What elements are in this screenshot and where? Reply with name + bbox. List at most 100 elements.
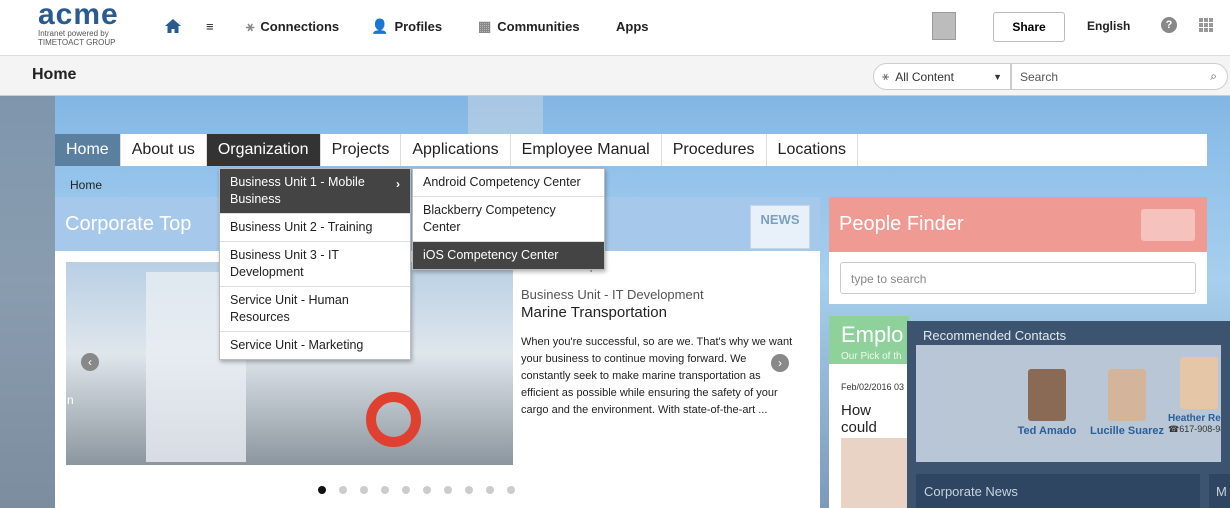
employee-title: Emplo: [841, 322, 904, 347]
recommended-contacts-title: Recommended Contacts: [923, 328, 1067, 343]
nav-connections-label: Connections: [260, 18, 340, 34]
language-selector[interactable]: English: [1087, 0, 1130, 52]
menu-procedures-label: Procedures: [672, 141, 755, 158]
submenu-label: iOS Competency Center: [423, 248, 559, 262]
logo-tagline-group: TIMETOACT GROUP: [38, 38, 116, 47]
more-panel-title: M: [1216, 484, 1227, 499]
employee-question[interactable]: How could: [841, 402, 909, 436]
nav-profiles[interactable]: 👤 Profiles: [371, 0, 442, 52]
carousel-dot[interactable]: [507, 486, 515, 494]
contact-name: Lucille Suarez: [1090, 425, 1164, 437]
menu-organization[interactable]: Organization: [206, 134, 321, 166]
nav-connections[interactable]: ⚹ Connections: [246, 0, 339, 52]
carousel-dot[interactable]: [360, 486, 368, 494]
contact-phone: ☎617-908-98: [1168, 424, 1221, 434]
share-button[interactable]: Share: [993, 12, 1065, 42]
search-scope-dropdown[interactable]: ⚹ All Content ▼: [873, 63, 1011, 90]
nav-communities[interactable]: ▦ Communities: [478, 0, 580, 52]
contact-card-icon: [1141, 209, 1195, 241]
org-item-mobile[interactable]: Business Unit 1 - Mobile Business ›: [220, 169, 410, 214]
menu-org-label: Organization: [217, 141, 309, 158]
menu-projects[interactable]: Projects: [321, 134, 402, 166]
org-item-label: Business Unit 2 - Training: [230, 220, 373, 234]
app-grid-icon[interactable]: [1199, 18, 1213, 32]
language-label: English: [1087, 19, 1131, 33]
menu-about-label: About us: [131, 141, 195, 158]
menu-manual-label: Employee Manual: [521, 141, 650, 158]
menu-home[interactable]: Home: [55, 134, 121, 166]
carousel-dot[interactable]: [423, 486, 431, 494]
news-headline[interactable]: Marine Transportation: [521, 304, 667, 321]
contact-ted-amado[interactable]: Ted Amado: [1012, 369, 1082, 437]
contact-lucille-suarez[interactable]: Lucille Suarez: [1084, 369, 1170, 437]
submenu-dropdown: Android Competency Center Blackberry Com…: [412, 168, 605, 270]
building-shape-left: [0, 96, 55, 508]
nav-profiles-label: Profiles: [394, 18, 443, 34]
carousel-dot[interactable]: [465, 486, 473, 494]
employee-subtitle: Our Pick of th: [841, 351, 902, 362]
page-title: Home: [32, 66, 77, 83]
carousel-pager: [318, 486, 515, 494]
overlay-text-fragment: n: [67, 393, 74, 407]
org-item-label: Service Unit - Human Resources: [230, 293, 349, 324]
recommended-contacts-body: Ted Amado Lucille Suarez Heather Reed☎61…: [916, 345, 1221, 462]
menu-applications[interactable]: Applications: [401, 134, 511, 166]
people-search-input[interactable]: type to search: [840, 262, 1196, 294]
search-input[interactable]: Search ⌕: [1011, 63, 1228, 90]
search-placeholder: Search: [1020, 69, 1059, 84]
org-item-it[interactable]: Business Unit 3 - IT Development: [220, 242, 410, 287]
menu-icon[interactable]: ≡: [206, 0, 214, 52]
org-item-hr[interactable]: Service Unit - Human Resources: [220, 287, 410, 332]
carousel-dot[interactable]: [381, 486, 389, 494]
help-icon[interactable]: ?: [1161, 17, 1177, 33]
people-search-placeholder: type to search: [851, 272, 927, 286]
menu-procedures[interactable]: Procedures: [662, 134, 767, 166]
menu-projects-label: Projects: [331, 141, 390, 158]
corporate-topics-title: Corporate Top: [65, 213, 192, 235]
scope-icon: ⚹: [882, 69, 890, 83]
submenu-ios[interactable]: iOS Competency Center: [413, 242, 604, 269]
chevron-down-icon: ▼: [993, 71, 1002, 82]
news-body: When you're successful, so are we. That'…: [521, 336, 793, 416]
corporate-news-title: Corporate News: [924, 484, 1018, 499]
recommended-contacts-widget: Recommended Contacts Ted Amado Lucille S…: [907, 321, 1230, 508]
carousel-prev-button[interactable]: ‹: [81, 353, 99, 371]
menu-about-us[interactable]: About us: [121, 134, 207, 166]
news-badge-label: NEWS: [760, 212, 800, 227]
nav-apps-label: Apps: [616, 18, 649, 34]
connections-icon: ⚹: [246, 17, 255, 34]
carousel-dot[interactable]: [402, 486, 410, 494]
org-item-training[interactable]: Business Unit 2 - Training: [220, 214, 410, 242]
carousel-dot[interactable]: [444, 486, 452, 494]
building-shape: [468, 96, 543, 136]
scope-label: All Content: [895, 69, 954, 84]
employee-photo: [841, 438, 909, 508]
acme-logo[interactable]: acme Intranet powered by TIMETOACT GROUP: [38, 0, 148, 47]
chevron-right-icon: ›: [396, 177, 400, 191]
share-label: Share: [1012, 20, 1046, 34]
menu-employee-manual[interactable]: Employee Manual: [511, 134, 662, 166]
org-item-marketing[interactable]: Service Unit - Marketing: [220, 332, 410, 359]
menu-locations[interactable]: Locations: [767, 134, 859, 166]
home-icon[interactable]: [165, 0, 181, 52]
breadcrumb[interactable]: Home: [70, 178, 102, 192]
employee-panel: Emplo Our Pick of th Feb/02/2016 03 How …: [829, 316, 909, 508]
submenu-label: Blackberry Competency Center: [423, 203, 556, 234]
logo-text: acme: [38, 0, 119, 31]
carousel-dot[interactable]: [339, 486, 347, 494]
people-finder-panel: People Finder type to search: [829, 197, 1207, 304]
contact-name: Ted Amado: [1017, 425, 1077, 437]
user-avatar[interactable]: [932, 12, 956, 40]
carousel-dot[interactable]: [486, 486, 494, 494]
org-item-label: Business Unit 1 - Mobile Business: [230, 175, 365, 206]
nav-apps[interactable]: Apps: [616, 0, 649, 52]
contact-heather-reed[interactable]: Heather Reed☎617-908-98: [1168, 357, 1221, 435]
lifebuoy-shape: [366, 392, 421, 447]
more-panel-header: M: [1209, 474, 1230, 508]
carousel-dot[interactable]: [318, 486, 326, 494]
person-icon: 👤: [371, 17, 389, 34]
submenu-blackberry[interactable]: Blackberry Competency Center: [413, 197, 604, 242]
submenu-android[interactable]: Android Competency Center: [413, 169, 604, 197]
search-icon[interactable]: ⌕: [1210, 69, 1217, 84]
avatar: [1108, 369, 1146, 421]
